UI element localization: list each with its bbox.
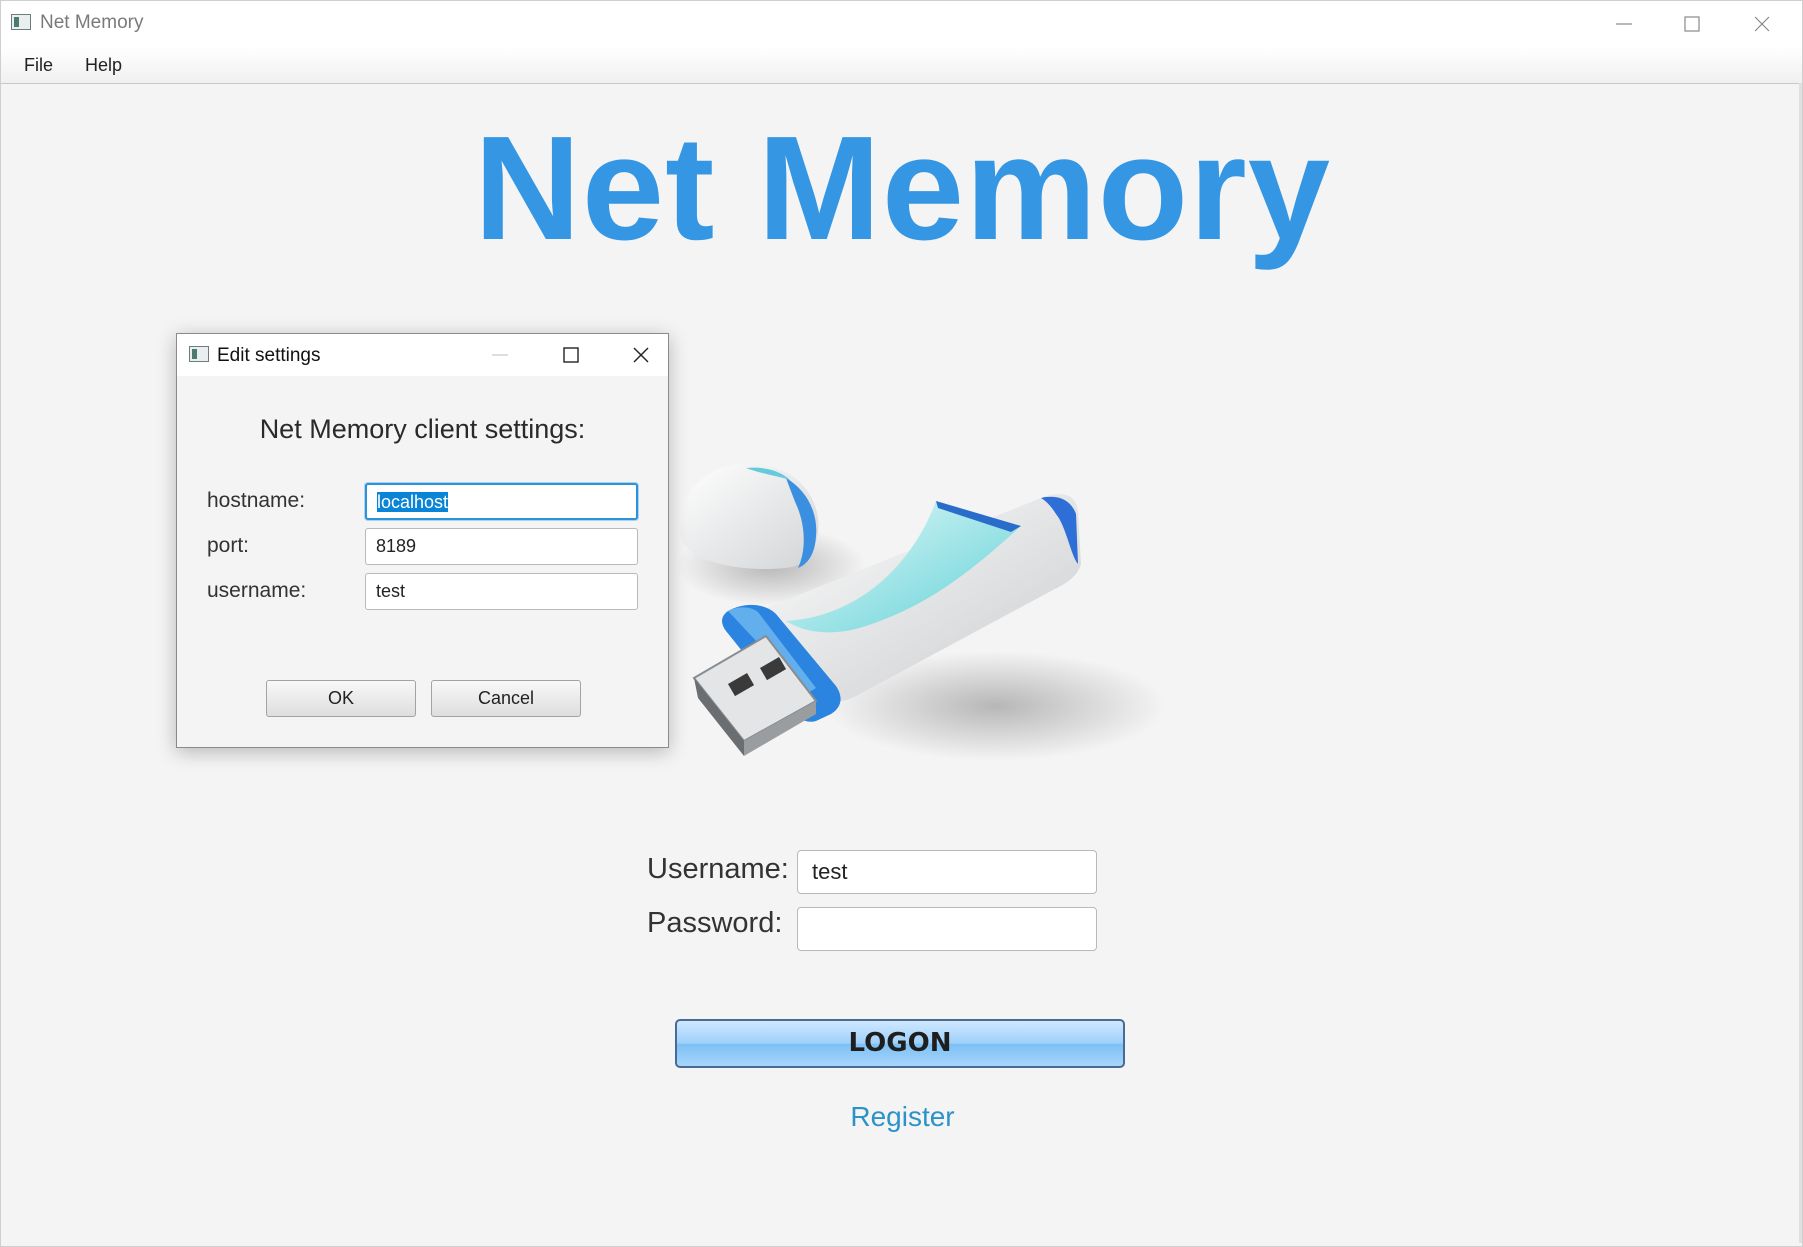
- username-value: test: [812, 859, 848, 884]
- username-input[interactable]: test: [797, 850, 1097, 894]
- minimize-icon: [1616, 23, 1632, 25]
- dialog-close-button[interactable]: [613, 334, 669, 376]
- dialog-maximize-button[interactable]: [543, 334, 599, 376]
- username-label: Username:: [647, 853, 789, 885]
- hostname-label: hostname:: [207, 489, 306, 512]
- close-button[interactable]: [1729, 1, 1799, 47]
- menu-help[interactable]: Help: [85, 55, 122, 76]
- maximize-button[interactable]: [1659, 1, 1729, 47]
- title-bar[interactable]: Net Memory: [1, 1, 1802, 47]
- close-icon: [633, 347, 649, 363]
- dialog-app-icon: [189, 346, 209, 362]
- dialog-heading: Net Memory client settings:: [259, 414, 586, 444]
- minimize-icon: [492, 354, 508, 356]
- menu-file[interactable]: File: [24, 55, 53, 76]
- hostname-input[interactable]: localhost: [365, 483, 638, 520]
- port-label: port:: [207, 534, 250, 557]
- password-input[interactable]: [797, 907, 1097, 951]
- menu-bar: File Help: [1, 47, 1802, 84]
- ok-button[interactable]: OK: [266, 680, 416, 717]
- register-link: Register: [1, 1101, 1803, 1133]
- hero-title: Net Memory: [473, 106, 1332, 271]
- dialog-minimize-button[interactable]: [472, 334, 528, 376]
- minimize-button[interactable]: [1591, 1, 1661, 47]
- password-label: Password:: [647, 907, 783, 939]
- maximize-icon: [563, 347, 579, 363]
- close-icon: [1754, 16, 1770, 32]
- port-input[interactable]: 8189: [365, 528, 638, 565]
- window-title: Net Memory: [40, 12, 144, 33]
- dialog-title: Edit settings: [217, 345, 321, 366]
- cancel-button[interactable]: Cancel: [431, 680, 581, 717]
- hostname-value: localhost: [377, 492, 449, 512]
- username-setting-value: test: [376, 581, 406, 601]
- edit-settings-dialog: Edit settings Net Memory client settings…: [176, 333, 669, 748]
- register-link-text[interactable]: Register: [850, 1101, 954, 1132]
- port-value: 8189: [376, 536, 417, 556]
- username-setting-label: username:: [207, 579, 307, 602]
- app-icon: [11, 14, 31, 30]
- username-setting-input[interactable]: test: [365, 573, 638, 610]
- maximize-icon: [1684, 16, 1700, 32]
- logon-button[interactable]: LOGON: [675, 1019, 1125, 1068]
- usb-flash-drive-icon: [676, 463, 1166, 761]
- dialog-title-bar[interactable]: Edit settings: [177, 334, 668, 376]
